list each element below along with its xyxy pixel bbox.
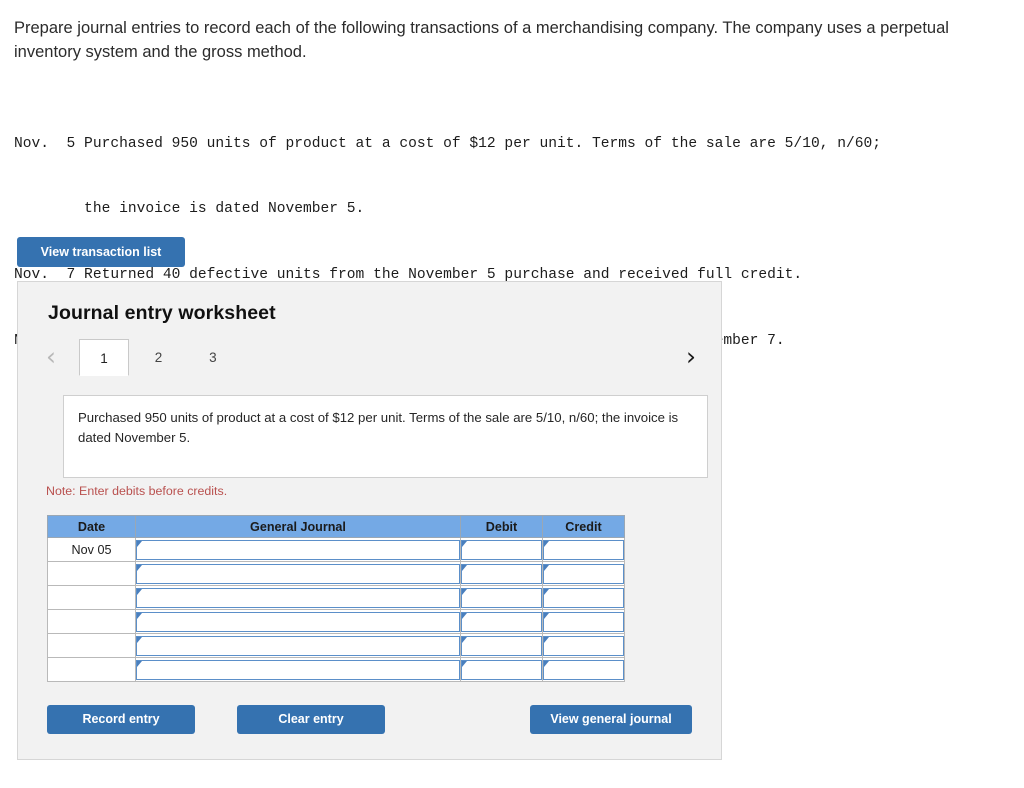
column-header-debit: Debit [460,515,543,538]
credit-input[interactable] [543,611,624,632]
journal-entry-table: Date General Journal Debit Credit Nov 05 [47,515,625,682]
debit-input[interactable] [461,587,542,608]
cell-date[interactable] [47,633,136,658]
table-row [47,561,625,586]
cell-date[interactable] [47,585,136,610]
previous-entry-chevron-icon[interactable]: ‹ [46,342,56,372]
table-row [47,633,625,658]
cell-debit [460,633,543,658]
worksheet-tabs: 1 2 3 [79,339,238,377]
worksheet-tabbar: ‹ 1 2 3 › [46,339,696,377]
transaction-line: Nov. 5 Purchased 950 units of product at… [14,135,882,152]
view-general-journal-button[interactable]: View general journal [530,705,692,734]
tab-entry-1[interactable]: 1 [79,339,129,376]
table-row [47,609,625,634]
cell-date[interactable] [47,657,136,682]
credit-input[interactable] [543,587,624,608]
cell-general-journal [135,657,461,682]
cell-debit [460,537,543,562]
debits-before-credits-note: Note: Enter debits before credits. [46,484,228,498]
cell-general-journal [135,585,461,610]
next-entry-chevron-icon[interactable]: › [686,342,696,372]
cell-date[interactable] [47,609,136,634]
account-input[interactable] [136,611,460,632]
cell-credit [542,561,625,586]
debit-input[interactable] [461,539,542,560]
account-input[interactable] [136,635,460,656]
journal-table-body: Nov 05 [47,537,625,682]
debit-input[interactable] [461,563,542,584]
cell-debit [460,609,543,634]
record-entry-button[interactable]: Record entry [47,705,195,734]
cell-credit [542,537,625,562]
credit-input[interactable] [543,539,624,560]
credit-input[interactable] [543,563,624,584]
table-row: Nov 05 [47,537,625,562]
tab-entry-2[interactable]: 2 [133,339,183,376]
cell-credit [542,633,625,658]
account-input[interactable] [136,587,460,608]
column-header-date: Date [47,515,136,538]
table-header-row: Date General Journal Debit Credit [47,515,625,538]
transaction-line: the invoice is dated November 5. [14,201,365,218]
credit-input[interactable] [543,659,624,680]
debit-input[interactable] [461,659,542,680]
account-input[interactable] [136,563,460,584]
cell-general-journal [135,561,461,586]
table-row [47,657,625,682]
debit-input[interactable] [461,635,542,656]
cell-date[interactable]: Nov 05 [47,537,136,562]
tab-entry-3[interactable]: 3 [188,339,238,376]
cell-credit [542,609,625,634]
cell-general-journal [135,537,461,562]
cell-credit [542,657,625,682]
table-row [47,585,625,610]
credit-input[interactable] [543,635,624,656]
panel-title: Journal entry worksheet [48,302,276,324]
question-prompt: Prepare journal entries to record each o… [14,19,949,62]
account-input[interactable] [136,539,460,560]
column-header-general-journal: General Journal [135,515,461,538]
cell-general-journal [135,633,461,658]
cell-general-journal [135,609,461,634]
account-input[interactable] [136,659,460,680]
cell-debit [460,585,543,610]
entry-description-box: Purchased 950 units of product at a cost… [63,395,708,478]
debit-input[interactable] [461,611,542,632]
column-header-credit: Credit [542,515,625,538]
cell-debit [460,657,543,682]
cell-date[interactable] [47,561,136,586]
view-transaction-list-button[interactable]: View transaction list [17,237,185,267]
cell-credit [542,585,625,610]
clear-entry-button[interactable]: Clear entry [237,705,385,734]
cell-debit [460,561,543,586]
journal-entry-worksheet-panel: Journal entry worksheet ‹ 1 2 3 › Purcha… [17,281,722,760]
